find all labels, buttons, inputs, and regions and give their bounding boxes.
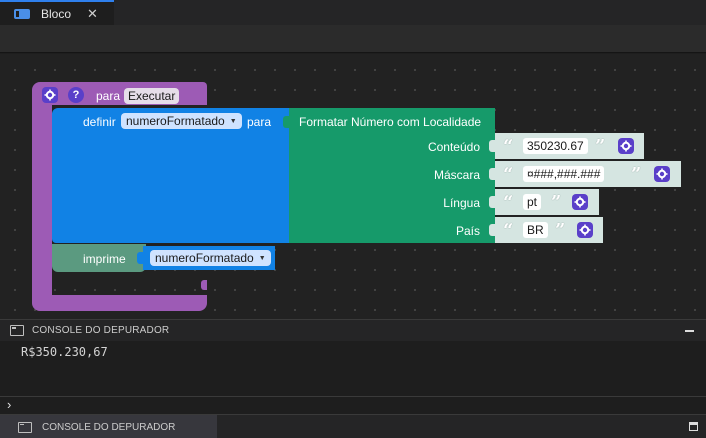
status-tab-label: CONSOLE DO DEPURADOR bbox=[42, 421, 176, 433]
procedure-name-field[interactable]: Executar bbox=[124, 88, 180, 104]
status-tab-console[interactable]: CONSOLE DO DEPURADOR bbox=[0, 415, 217, 438]
procedure-block-bottom bbox=[32, 295, 207, 311]
text-block-pais[interactable]: “ BR ” bbox=[495, 217, 603, 243]
blocks-workspace[interactable]: ? para Executar definir numeroFormatado ▼… bbox=[0, 54, 706, 319]
text-value-mascara[interactable]: ¤###,###.### bbox=[523, 166, 605, 182]
app-window: Bloco ✕ ? para Executar definir numeroFo… bbox=[0, 0, 706, 438]
console-output-area: R$350.230,67 bbox=[0, 341, 706, 396]
procedure-block-side bbox=[32, 105, 52, 295]
tab-bar: Bloco ✕ bbox=[0, 0, 706, 25]
console-output-line: R$350.230,67 bbox=[21, 345, 108, 359]
variable-name: numeroFormatado bbox=[126, 114, 225, 128]
input-label-lingua: Língua bbox=[443, 196, 480, 210]
help-icon[interactable]: ? bbox=[68, 87, 84, 103]
toolbar bbox=[0, 25, 706, 53]
quote-open-icon: “ bbox=[503, 220, 514, 241]
text-value-pais[interactable]: BR bbox=[523, 222, 548, 238]
input-label-pais: País bbox=[455, 224, 480, 238]
quote-close-icon: ” bbox=[555, 220, 566, 241]
dropdown-arrow-icon: ▼ bbox=[258, 254, 266, 262]
variable-dropdown[interactable]: numeroFormatado ▼ bbox=[121, 113, 242, 129]
set-keyword: definir bbox=[83, 115, 116, 129]
print-keyword: imprime bbox=[83, 252, 126, 266]
input-connector bbox=[489, 196, 495, 208]
text-value-lingua[interactable]: pt bbox=[523, 194, 542, 210]
quote-open-icon: “ bbox=[503, 164, 514, 185]
maximize-icon[interactable] bbox=[689, 422, 698, 431]
text-value-conteudo[interactable]: 350230.67 bbox=[523, 138, 588, 154]
text-block-mascara[interactable]: “ ¤###,###.### ” bbox=[495, 161, 681, 187]
gear-icon[interactable] bbox=[577, 222, 593, 238]
quote-open-icon: “ bbox=[503, 192, 514, 213]
procedure-next-notch bbox=[201, 280, 207, 290]
input-connector bbox=[489, 224, 495, 236]
terminal-icon bbox=[10, 325, 24, 336]
input-connector bbox=[489, 140, 495, 152]
gear-icon[interactable] bbox=[42, 87, 58, 103]
quote-close-icon: ” bbox=[551, 192, 562, 213]
dropdown-arrow-icon: ▼ bbox=[229, 117, 237, 125]
status-bar: CONSOLE DO DEPURADOR bbox=[0, 414, 706, 438]
gear-icon[interactable] bbox=[654, 166, 670, 182]
close-icon[interactable]: ✕ bbox=[87, 6, 98, 22]
gear-icon[interactable] bbox=[618, 138, 634, 154]
quote-open-icon: “ bbox=[503, 136, 514, 157]
input-connector bbox=[489, 168, 495, 180]
console-input[interactable]: › bbox=[0, 396, 706, 414]
tab-label: Bloco bbox=[41, 6, 72, 21]
input-label-conteudo: Conteúdo bbox=[427, 140, 480, 154]
text-block-lingua[interactable]: “ pt ” bbox=[495, 189, 599, 215]
tab-bloco[interactable]: Bloco ✕ bbox=[0, 0, 114, 25]
input-label-mascara: Máscara bbox=[433, 168, 480, 182]
format-output-tab bbox=[283, 116, 289, 128]
quote-close-icon: ” bbox=[595, 136, 606, 157]
text-block-conteudo[interactable]: “ 350230.67 ” bbox=[495, 133, 644, 159]
format-block-title: Formatar Número com Localidade bbox=[299, 115, 482, 129]
terminal-icon bbox=[18, 421, 32, 433]
quote-close-icon: ” bbox=[631, 164, 642, 185]
procedure-keyword: para bbox=[96, 89, 121, 103]
variable-output-tab bbox=[137, 252, 143, 264]
gear-icon[interactable] bbox=[572, 194, 588, 210]
console-title: CONSOLE DO DEPURADOR bbox=[32, 325, 170, 336]
minimize-icon[interactable] bbox=[685, 330, 694, 332]
set-to-keyword: para bbox=[247, 115, 272, 129]
print-variable-dropdown[interactable]: numeroFormatado ▼ bbox=[150, 250, 271, 266]
blocks-icon bbox=[14, 8, 30, 19]
console-header: CONSOLE DO DEPURADOR bbox=[0, 319, 706, 341]
chevron-right-icon: › bbox=[7, 397, 12, 412]
print-variable-name: numeroFormatado bbox=[155, 251, 254, 265]
